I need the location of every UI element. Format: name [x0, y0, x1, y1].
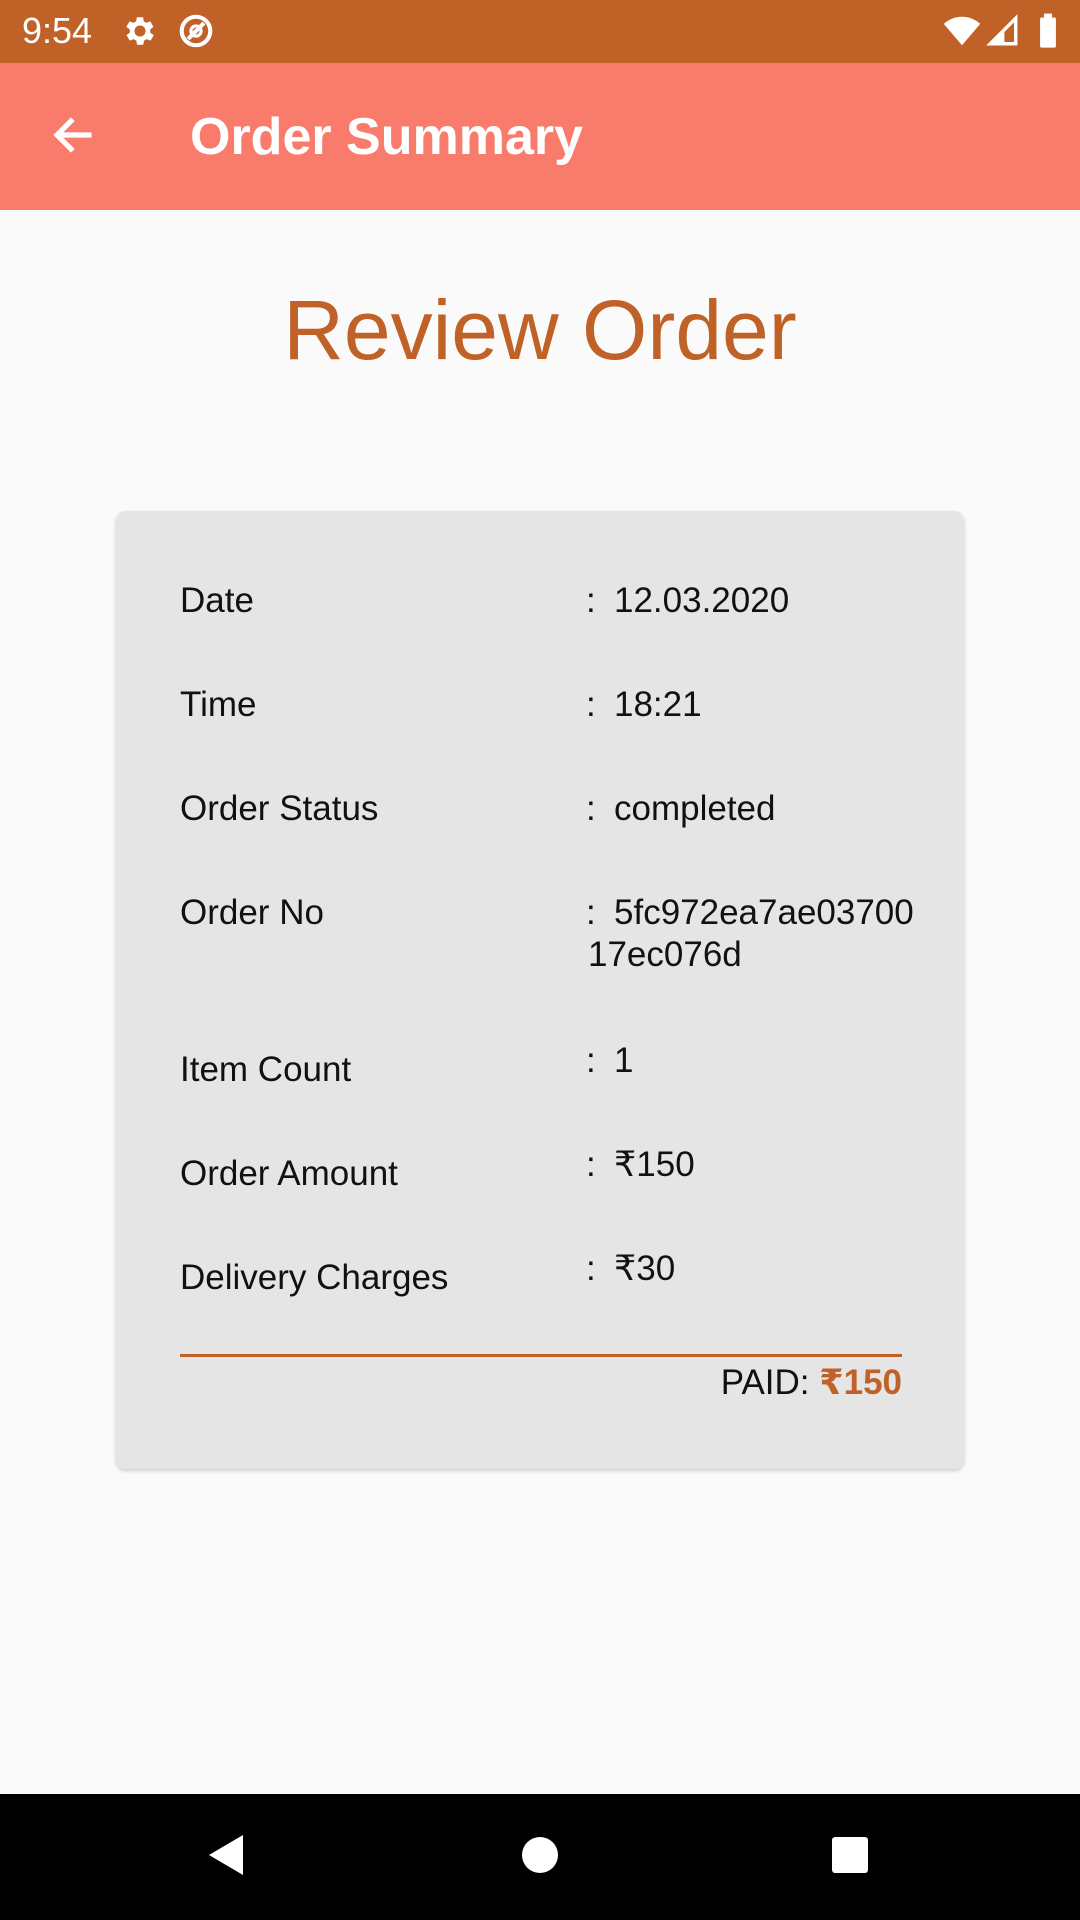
row-label: Order Amount — [180, 1154, 398, 1193]
row-label: Order Status — [180, 789, 379, 828]
recents-square-icon — [830, 1835, 870, 1880]
nav-back-button[interactable] — [195, 1827, 255, 1887]
order-time-value: 18:21 — [614, 685, 702, 724]
no-disturb-icon — [177, 12, 215, 50]
home-circle-icon — [520, 1835, 560, 1880]
nav-home-button[interactable] — [510, 1827, 570, 1887]
page-title: Review Order — [283, 283, 797, 377]
cell-signal-icon — [986, 12, 1024, 50]
arrow-left-icon — [49, 111, 97, 164]
row-colon: : — [586, 581, 596, 620]
app-bar: Order Summary — [0, 63, 1080, 210]
order-status-value: completed — [614, 789, 776, 828]
paid-label: PAID: — [720, 1363, 820, 1402]
item-count-value: 1 — [614, 1041, 634, 1080]
order-summary-card: Date : 12.03.2020 Time : 18:21 Order Sta… — [116, 511, 964, 1469]
order-date-value: 12.03.2020 — [614, 581, 790, 620]
row-colon: : — [586, 1041, 596, 1080]
app-bar-title: Order Summary — [190, 108, 584, 166]
row-colon: : — [586, 789, 596, 828]
paid-amount: ₹150 — [819, 1363, 902, 1402]
order-number-value: 5fc972ea7ae0370017ec076d — [588, 893, 914, 974]
battery-icon — [1036, 12, 1074, 50]
back-button[interactable] — [36, 103, 110, 171]
row-label: Time — [180, 685, 257, 724]
status-bar: 9:54 — [0, 0, 1080, 63]
row-label: Item Count — [180, 1050, 352, 1089]
delivery-charges-value: ₹30 — [614, 1249, 676, 1288]
row-colon: : — [586, 1145, 596, 1184]
status-time: 9:54 — [22, 10, 93, 51]
system-nav-bar — [0, 1794, 1080, 1920]
row-colon: : — [586, 1249, 596, 1288]
row-label: Delivery Charges — [180, 1258, 449, 1297]
paid-total: PAID: ₹150 — [721, 1361, 902, 1405]
wifi-icon — [942, 12, 981, 50]
total-divider — [180, 1354, 902, 1357]
row-colon: : — [586, 685, 596, 724]
settings-gear-icon — [121, 12, 159, 50]
back-triangle-icon — [203, 1831, 247, 1884]
nav-recents-button[interactable] — [820, 1827, 880, 1887]
order-amount-value: ₹150 — [614, 1145, 695, 1184]
row-label: Order No — [180, 893, 324, 932]
row-label: Date — [180, 581, 254, 620]
